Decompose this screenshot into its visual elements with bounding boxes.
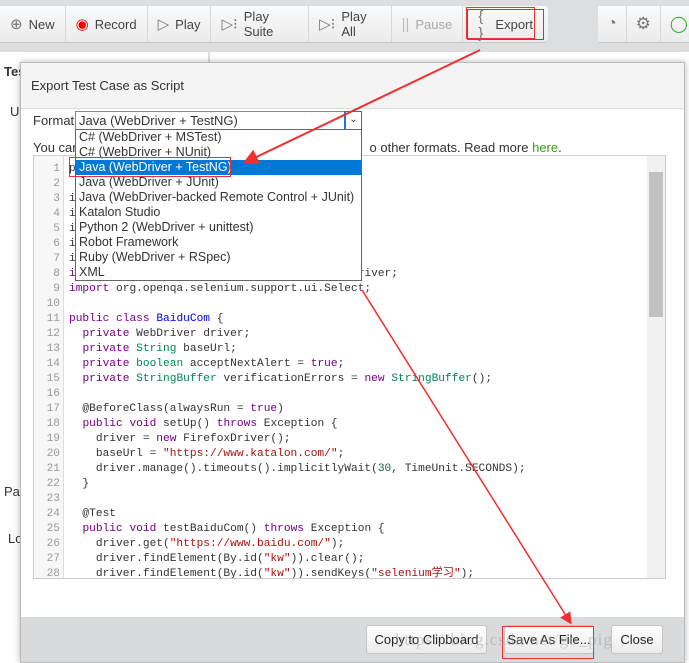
format-option[interactable]: Java (WebDriver-backed Remote Control + … (76, 190, 361, 205)
close-button[interactable]: Close (611, 625, 663, 654)
toolbar-play-button[interactable]: ▷ Play (148, 6, 212, 42)
code-line: 22 } (46, 478, 90, 490)
pause-icon: || (401, 15, 410, 33)
settings-button[interactable]: ⚙ (627, 6, 661, 42)
toolbar-play-suite-button[interactable]: ▷⁝ Play Suite (211, 6, 310, 42)
record-icon: ◉ (75, 16, 89, 33)
format-option[interactable]: XML (76, 265, 361, 280)
toolbar-play-all-button[interactable]: ▷⁝ Play All (309, 6, 392, 42)
format-option[interactable]: Ruby (WebDriver + RSpec) (76, 250, 361, 265)
toolbar-record-button[interactable]: ◉ Record (66, 6, 148, 42)
scrollbar-track[interactable] (647, 156, 665, 578)
scrollbar-thumb[interactable] (649, 172, 663, 317)
speed-button[interactable]: ◔ (598, 6, 627, 42)
code-line: 15 private StringBuffer verificationErro… (46, 373, 493, 385)
code-line: 23 (46, 493, 60, 505)
format-option[interactable]: Robot Framework (76, 235, 361, 250)
code-line: 19 driver = new FirefoxDriver(); (46, 433, 291, 445)
chevron-down-icon[interactable]: ⌄ (344, 111, 362, 130)
format-select[interactable]: Java (WebDriver + TestNG) ⌄ (75, 111, 362, 130)
code-line: 14 private boolean acceptNextAlert = tru… (46, 358, 345, 370)
code-line: 12 private WebDriver driver; (46, 328, 251, 340)
format-option[interactable]: Python 2 (WebDriver + unittest) (76, 220, 361, 235)
code-line: 16 (46, 388, 60, 400)
plus-circle-icon: ⊕ (10, 16, 23, 33)
speedometer-icon: ◔ (607, 15, 617, 32)
format-option[interactable]: Java (WebDriver + JUnit) (76, 175, 361, 190)
toolbar-new-button[interactable]: ⊕ New (0, 6, 66, 42)
code-line: 13 private String baseUrl; (46, 343, 237, 355)
format-value: Java (WebDriver + TestNG) (79, 113, 238, 128)
play-icon: ▷ (157, 16, 170, 33)
toolbar-right: ◔ ⚙ ◯ (598, 6, 689, 43)
code-line: 28 driver.findElement(By.id("kw")).sendK… (46, 568, 475, 579)
code-line: 10 (46, 298, 60, 310)
option-highlight (69, 157, 231, 177)
play-suite-icon: ▷⁝ (221, 16, 238, 33)
code-line: 9 import org.openqa.selenium.support.ui.S… (53, 283, 372, 295)
format-dropdown-list: C# (WebDriver + MSTest) C# (WebDriver + N… (75, 129, 362, 281)
format-option[interactable]: Katalon Studio (76, 205, 361, 220)
code-line: 25 public void testBaiduCom() throws Exc… (46, 523, 385, 535)
code-line: 27 driver.findElement(By.id("kw")).clear… (46, 553, 365, 565)
format-option[interactable]: C# (WebDriver + MSTest) (76, 130, 361, 145)
status-button[interactable]: ◯ (661, 6, 689, 42)
export-highlight (466, 7, 535, 39)
code-line: 21 driver.manage().timeouts().implicitly… (46, 463, 526, 475)
code-line: 20 baseUrl = "https://www.katalon.com/"; (46, 448, 345, 460)
check-circle-icon: ◯ (669, 16, 688, 33)
gear-icon: ⚙ (635, 14, 651, 33)
read-more-link[interactable]: here (532, 140, 558, 155)
code-line: 11 public class BaiduCom { (46, 313, 224, 325)
play-all-icon: ▷⁝ (319, 16, 336, 33)
code-line: 26 driver.get("https://www.baidu.com/"); (46, 538, 345, 550)
toolbar-pause-button[interactable]: || Pause (392, 6, 464, 42)
dialog-title: Export Test Case as Script (21, 63, 684, 109)
watermark: https://blog.csdn.net/go_pig (395, 630, 613, 649)
code-line: 24 @Test (46, 508, 116, 520)
code-line: 18 public void setUp() throws Exception … (46, 418, 338, 430)
format-label: Format (33, 113, 75, 128)
code-line: 17 @BeforeClass(alwaysRun = true) (46, 403, 284, 415)
